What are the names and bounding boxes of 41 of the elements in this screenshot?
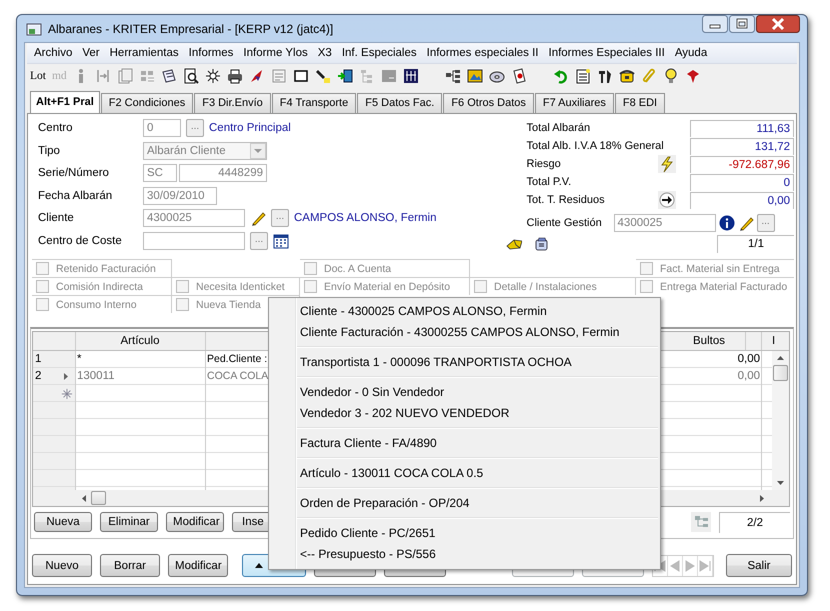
checkbox-label: Entrega Material Facturado xyxy=(660,280,788,292)
checkbox-label: Comisión Indirecta xyxy=(56,280,143,292)
checkbox-label: Consumo Interno xyxy=(56,298,137,310)
column-header: I xyxy=(771,334,776,349)
checkbox-label: Fact. Material sin Entrega xyxy=(660,262,780,274)
table-cell-text: 0,00 xyxy=(736,352,761,367)
total-label: Total Alb. I.V.A 18% General xyxy=(526,140,665,152)
column-header: Artículo xyxy=(120,334,160,349)
table-cell-text: * xyxy=(76,352,82,367)
checkbox-label: Retenido Facturación xyxy=(56,262,156,274)
checkbox-label: Nueva Tienda xyxy=(196,298,261,310)
total-label: Total P.V. xyxy=(526,176,572,188)
checkbox-label: Detalle / Instalaciones xyxy=(494,280,597,292)
field-label: Centro xyxy=(38,122,74,134)
field-label: Centro de Coste xyxy=(38,234,123,247)
row-number: 1 xyxy=(35,352,42,367)
checkbox-label: Doc. A Cuenta xyxy=(324,262,392,274)
total-label: Tot. T. Residuos xyxy=(526,194,606,206)
total-value: -972.687,96 xyxy=(690,156,794,172)
table-cell: COCA COLA xyxy=(207,370,268,382)
checkbox-label: Envío Material en Depósito xyxy=(324,280,450,292)
column-header: Bultos xyxy=(692,334,726,349)
line-counter: 2/2 xyxy=(719,512,790,532)
record-counter: 1/1 xyxy=(717,235,794,253)
field-label: Serie/Número xyxy=(38,167,110,180)
total-value: 131,72 xyxy=(690,138,794,154)
total-value: 0 xyxy=(690,174,794,190)
window-title: Albaranes - KRITER Empresarial - [KERP v12 (jatc4)] xyxy=(48,22,334,36)
total-value: 111,63 xyxy=(690,120,794,136)
total-value: 0,00 xyxy=(690,192,794,208)
table-cell-text: 0,00 xyxy=(736,369,761,384)
field-label: Cliente Gestión xyxy=(526,217,603,229)
table-cell-text: 130011 xyxy=(76,369,116,384)
checkbox-label: Necesita Identicket xyxy=(196,280,285,292)
field-label: Cliente xyxy=(38,212,75,224)
row-number: 2 xyxy=(35,369,42,384)
table-cell: Ped.Cliente : xyxy=(207,353,268,365)
field-label: Tipo xyxy=(38,144,61,157)
total-label: Total Albarán xyxy=(526,122,592,134)
total-label: Riesgo xyxy=(526,158,562,170)
field-label: Fecha Albarán xyxy=(38,190,114,202)
